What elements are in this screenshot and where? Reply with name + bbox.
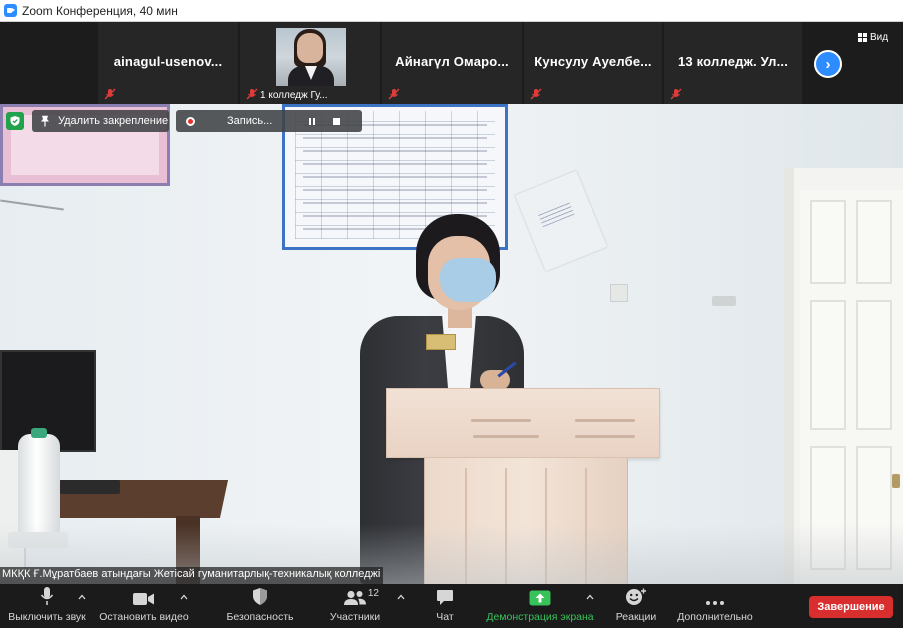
chat-icon [437, 590, 453, 605]
participant-tile[interactable]: ainagul-usenov... [98, 22, 238, 104]
pause-recording-button[interactable] [302, 112, 322, 130]
participant-name: 13 колледж. Ул... [677, 54, 789, 69]
unpin-video-button[interactable]: Удалить закрепление [32, 110, 169, 132]
stop-video-button[interactable]: Остановить видео [98, 584, 190, 628]
more-button[interactable]: Дополнительно [672, 584, 758, 628]
chat-button[interactable]: Чат [422, 584, 468, 628]
reactions-button[interactable]: Реакции [610, 584, 662, 628]
encryption-shield-icon[interactable] [6, 112, 24, 130]
chevron-up-icon [397, 594, 405, 600]
unpin-label: Удалить закрепление [58, 115, 169, 127]
microphone-icon [40, 587, 54, 605]
next-page-button[interactable]: › [814, 50, 842, 78]
security-label: Безопасность [226, 611, 294, 623]
mic-muted-icon [670, 88, 682, 100]
reactions-smiley-icon [626, 588, 646, 605]
end-meeting-button[interactable]: Завершение [809, 596, 893, 618]
view-button[interactable]: Вид [858, 32, 888, 43]
title-bar: Zoom Конференция, 40 мин [0, 0, 903, 22]
participant-name: Айнагүл Омаро... [395, 54, 509, 69]
chevron-up-icon [78, 594, 86, 600]
mic-muted-icon [530, 88, 542, 100]
grid-view-icon [858, 33, 867, 42]
speaker-name-label: МКҚК Ғ.Мұратбаев атындағы Жетісай гумани… [0, 567, 384, 584]
reactions-label: Реакции [615, 611, 657, 623]
share-screen-label: Демонстрация экрана [486, 611, 594, 623]
thread-spool [18, 428, 60, 534]
view-label: Вид [870, 32, 889, 43]
zoom-meeting-window: Zoom Конференция, 40 мин ainagul-usenov.… [0, 0, 903, 628]
chevron-up-icon [180, 594, 188, 600]
chevron-right-icon: › [825, 55, 831, 73]
share-screen-icon [529, 590, 551, 606]
recording-label: Запись... [227, 115, 273, 127]
window-title: Zoom Конференция, 40 мин [22, 3, 178, 18]
mute-button[interactable]: Выключить звук [6, 584, 88, 628]
chevron-up-icon [586, 594, 594, 600]
participant-tile[interactable]: Айнагүл Омаро... [382, 22, 522, 104]
stop-recording-button[interactable] [326, 112, 346, 130]
mic-muted-icon [104, 88, 116, 100]
recording-dot-icon [186, 116, 195, 126]
shield-icon [253, 588, 267, 605]
podium [386, 388, 660, 458]
video-label: Остановить видео [99, 611, 189, 623]
participants-label: Участники [329, 611, 381, 623]
participant-name: 1 колледж Гу... [260, 90, 328, 101]
meeting-toolbar: Выключить звук Остановить видео Безопасн… [0, 584, 903, 628]
share-options-caret[interactable] [585, 592, 595, 602]
recording-indicator: Запись... [176, 110, 362, 132]
security-button[interactable]: Безопасность [218, 584, 302, 628]
video-camera-icon [133, 593, 154, 605]
more-dots-icon [706, 601, 724, 605]
chat-label: Чат [436, 611, 454, 623]
video-options-caret[interactable] [179, 592, 189, 602]
audio-options-caret[interactable] [77, 592, 87, 602]
participant-tile[interactable]: Кунсулу Ауелбе... [524, 22, 662, 104]
mic-muted-icon [246, 88, 258, 100]
participants-count: 12 [367, 588, 379, 599]
participants-button[interactable]: 12 Участники [322, 584, 388, 628]
mic-muted-icon [388, 88, 400, 100]
participant-tile[interactable]: 13 колледж. Ул... [664, 22, 802, 104]
share-screen-button[interactable]: Демонстрация экрана [484, 584, 596, 628]
more-label: Дополнительно [677, 611, 753, 623]
mute-label: Выключить звук [8, 611, 86, 623]
participant-tile-video[interactable]: 1 колледж Гу... [240, 22, 380, 104]
zoom-app-icon [4, 4, 17, 17]
participant-name: ainagul-usenov... [113, 54, 223, 69]
participants-options-caret[interactable] [396, 592, 406, 602]
pin-icon [41, 115, 49, 127]
participant-strip: ainagul-usenov... 1 колледж Гу... Айнагү… [0, 22, 903, 104]
main-video [0, 104, 903, 584]
participant-video [276, 28, 346, 86]
participants-icon [344, 590, 366, 605]
participant-name: Кунсулу Ауелбе... [534, 54, 652, 69]
